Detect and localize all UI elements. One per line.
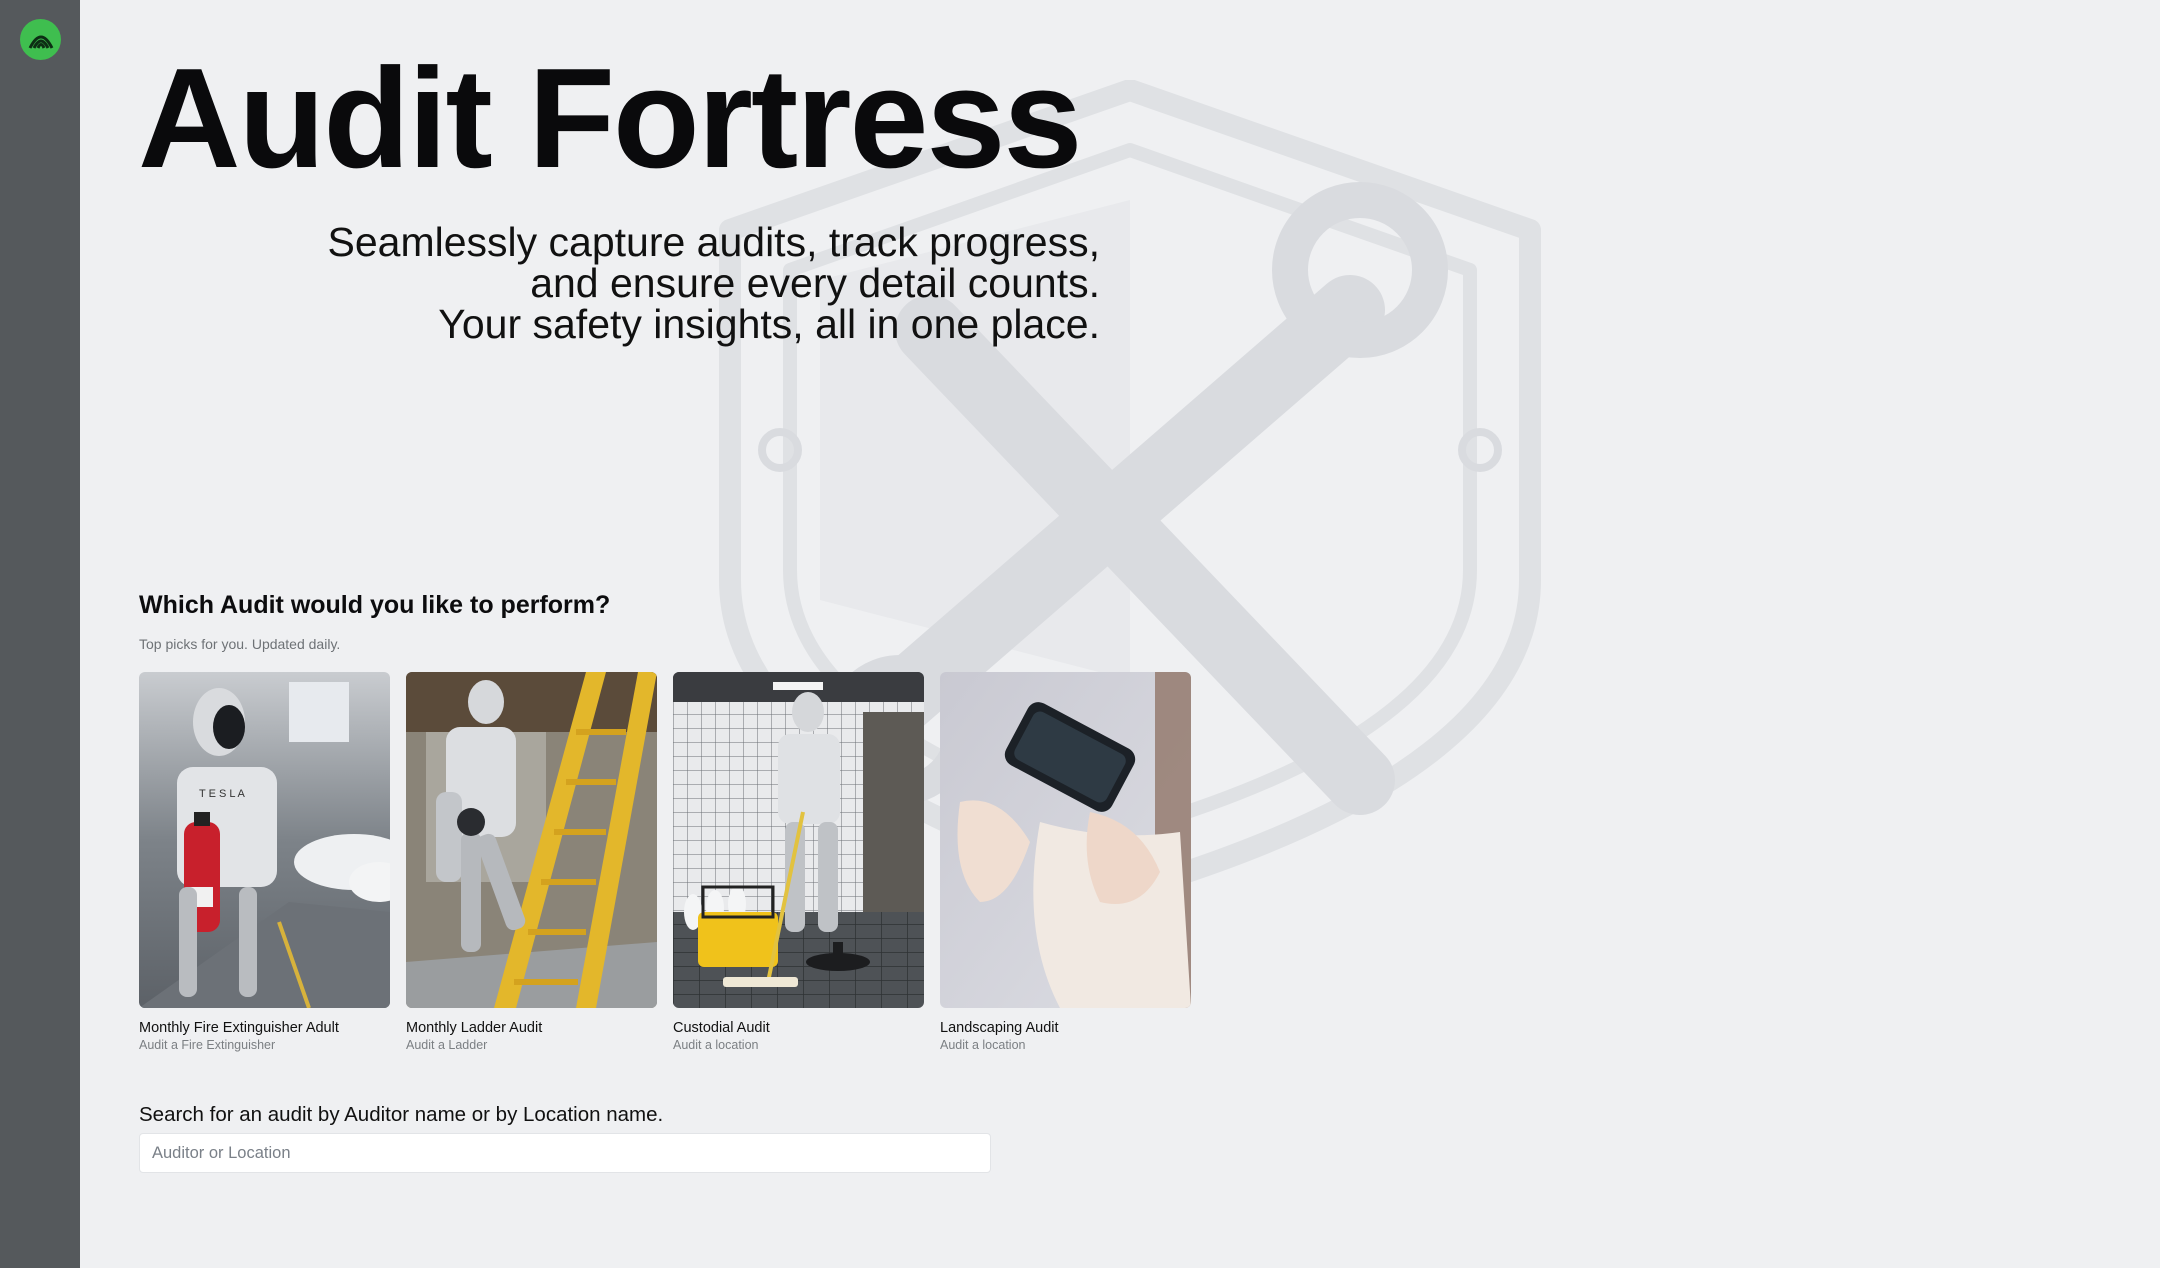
hero-subtitle-line: Seamlessly capture audits, track progres… — [327, 219, 1101, 265]
audit-card-list: T E S L A Monthly Fire Extinguisher Adul… — [139, 672, 1191, 1052]
audit-card-subtitle: Audit a location — [940, 1038, 1026, 1052]
robot-fire-extinguisher-image: T E S L A — [139, 672, 390, 1008]
audit-card-title: Landscaping Audit — [940, 1020, 1059, 1036]
robot-ladder-image — [406, 672, 657, 1008]
audit-card-title: Monthly Ladder Audit — [406, 1020, 543, 1036]
search-input[interactable] — [139, 1133, 991, 1173]
search-label: Search for an audit by Auditor name or b… — [139, 1103, 664, 1126]
main-content: Audit Fortress Seamlessly capture audits… — [80, 0, 2160, 1268]
robot-mopping-restroom-image — [673, 672, 924, 1008]
svg-text:T E S L A: T E S L A — [199, 788, 246, 800]
audit-card-fire-extinguisher[interactable]: T E S L A Monthly Fire Extinguisher Adul… — [139, 672, 390, 1052]
audit-section-heading: Which Audit would you like to perform? — [139, 591, 611, 619]
hands-holding-phone-image — [940, 672, 1191, 1008]
page-title: Audit Fortress — [138, 39, 1082, 198]
audit-card-subtitle: Audit a Ladder — [406, 1038, 488, 1052]
audit-card-title: Custodial Audit — [673, 1020, 770, 1036]
audit-card-ladder[interactable]: Monthly Ladder Audit Audit a Ladder — [406, 672, 657, 1052]
hero-subtitle-line: Your safety insights, all in one place. — [438, 301, 1100, 347]
audit-fortress-logo-icon[interactable] — [20, 19, 61, 60]
hero-subtitle: Seamlessly capture audits, track progres… — [138, 219, 1101, 347]
audit-card-landscaping[interactable]: Landscaping Audit Audit a location — [940, 672, 1191, 1052]
audit-section-subheading: Top picks for you. Updated daily. — [139, 636, 341, 652]
sidebar — [0, 0, 80, 1268]
audit-card-subtitle: Audit a location — [673, 1038, 759, 1052]
app: Audit Fortress Seamlessly capture audits… — [0, 0, 2160, 1268]
audit-card-subtitle: Audit a Fire Extinguisher — [139, 1038, 276, 1052]
audit-card-title: Monthly Fire Extinguisher Adult — [139, 1020, 339, 1036]
hero-subtitle-line: and ensure every detail counts. — [530, 260, 1100, 306]
audit-card-custodial[interactable]: Custodial Audit Audit a location — [673, 672, 924, 1052]
